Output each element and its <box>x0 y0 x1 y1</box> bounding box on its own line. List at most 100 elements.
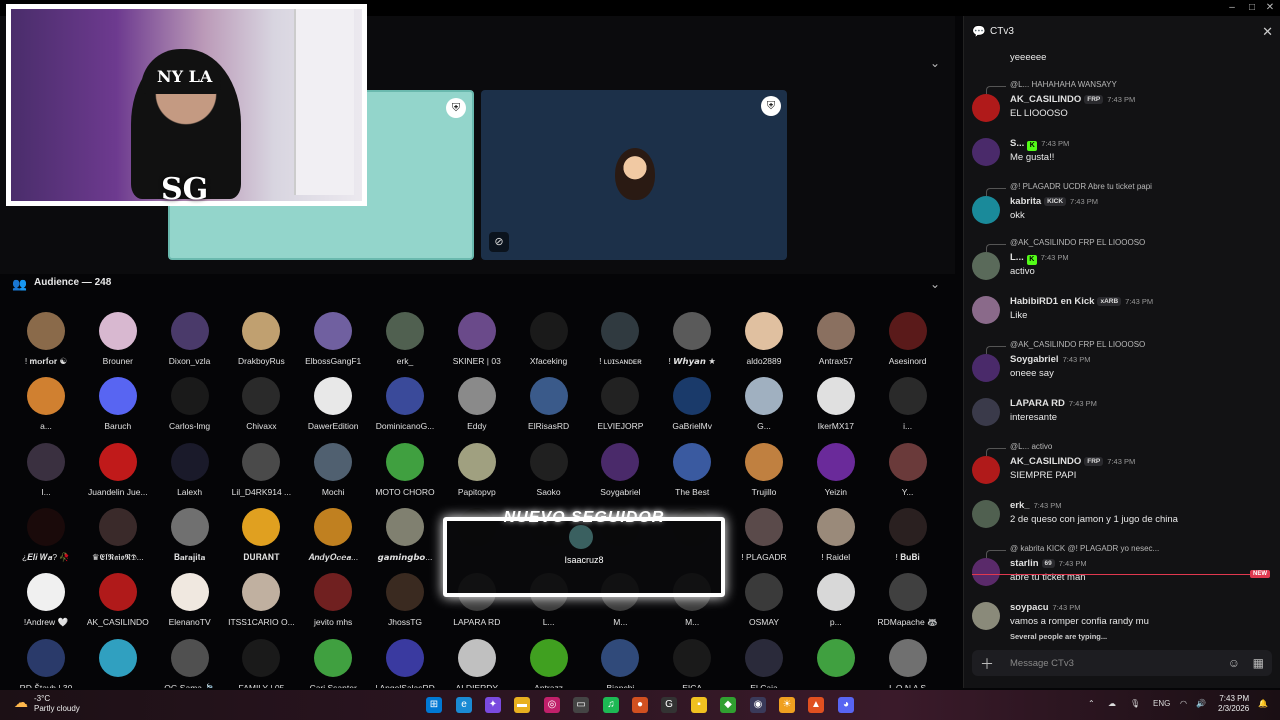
audience-member[interactable]: Soygabriel <box>584 439 656 501</box>
close-chat-button[interactable]: ✕ <box>1262 24 1273 40</box>
chat-username-row[interactable]: AK_CASILINDO FRP 7:43 PM <box>1010 94 1135 105</box>
audience-member[interactable]: FAMILY | 05 <box>225 635 297 688</box>
windows-start-icon[interactable]: ⊞ <box>426 697 442 713</box>
audience-member[interactable]: ElbossGangF1 <box>297 308 369 370</box>
audience-member[interactable]: erk_ <box>369 308 441 370</box>
audience-member[interactable]: ! Raidel <box>800 504 872 566</box>
app-icon[interactable]: ◉ <box>750 697 766 713</box>
audience-member[interactable]: i... <box>872 373 940 435</box>
emoji-icon[interactable]: ☺ <box>1228 656 1240 670</box>
stage-tile-2[interactable]: ⛨ ⊘ <box>481 90 787 260</box>
audience-member[interactable]: Chivaxx <box>225 373 297 435</box>
add-attachment-icon[interactable]: ＋ <box>980 654 994 674</box>
chat-username-row[interactable]: erk_ 7:43 PM <box>1010 500 1062 511</box>
audience-member[interactable]: AK_CASILINDO <box>82 569 154 631</box>
audience-member[interactable]: DrakboyRus <box>225 308 297 370</box>
audience-member[interactable]: OSMAY <box>728 569 800 631</box>
reply-preview[interactable]: @L... HAHAHAHA WANSAYY <box>1010 80 1117 89</box>
username[interactable]: AK_CASILINDO <box>1010 94 1081 105</box>
reply-preview[interactable]: @AK_CASILINDO FRP EL LIOOOSO <box>1010 340 1145 349</box>
audience-member[interactable]: RDMapache 🦝 <box>872 569 940 631</box>
audience-member[interactable]: The Best <box>656 439 728 501</box>
avatar[interactable] <box>972 138 1000 166</box>
audience-member[interactable]: ! ʟᴜɪꜱᴀɴᴅᴇʀ <box>584 308 656 370</box>
audience-member[interactable]: JhossTG <box>369 569 441 631</box>
chevron-down-icon[interactable]: ⌄ <box>930 277 940 291</box>
volume-icon[interactable]: 🔊 <box>1196 699 1206 708</box>
language-indicator[interactable]: ENG <box>1153 699 1170 708</box>
username[interactable]: LAPARA RD <box>1010 398 1065 409</box>
audience-member[interactable]: 𝙜𝙖𝙢𝙞𝙣𝙜𝙗𝙤... <box>369 504 441 566</box>
audience-member[interactable]: Mochi <box>297 439 369 501</box>
username[interactable]: AK_CASILINDO <box>1010 456 1081 467</box>
app-icon[interactable]: ▭ <box>573 697 589 713</box>
discord-icon[interactable]: ◕ <box>838 697 854 713</box>
stage-collapse-icon[interactable]: ⌄ <box>930 56 940 70</box>
audience-member[interactable]: Y... <box>872 439 940 501</box>
avatar[interactable] <box>972 252 1000 280</box>
audience-member[interactable]: Antrazz <box>513 635 585 688</box>
username[interactable]: kabrita <box>1010 196 1041 207</box>
audience-member[interactable]: ElenanoTV <box>154 569 226 631</box>
username[interactable]: Soygabriel <box>1010 354 1059 365</box>
app-icon[interactable]: ◎ <box>544 697 560 713</box>
avatar[interactable] <box>972 398 1000 426</box>
audience-member[interactable]: DominicanoG... <box>369 373 441 435</box>
username[interactable]: erk_ <box>1010 500 1030 511</box>
audience-member[interactable]: ! 𝐦𝐨𝐫𝐟𝐨𝐫 ☯ <box>10 308 82 370</box>
username[interactable]: S... <box>1010 138 1024 149</box>
audience-member[interactable]: ALDIERDY <box>441 635 513 688</box>
close-window-button[interactable]: ✕ <box>1258 1 1280 15</box>
reply-preview[interactable]: @ kabrita KICK @! PLAGADR yo nesec... <box>1010 544 1159 553</box>
audience-member[interactable]: Trujillo <box>728 439 800 501</box>
audience-member[interactable]: !Andrew 🤍 <box>10 569 82 631</box>
audience-member[interactable]: Lil_D4RK914 ... <box>225 439 297 501</box>
reply-preview[interactable]: @L... activo <box>1010 442 1052 451</box>
audience-member[interactable]: ! AngelSalasRD <box>369 635 441 688</box>
audience-member[interactable]: Lalexh <box>154 439 226 501</box>
clock[interactable]: 7:43 PM 2/3/2026 <box>1218 694 1249 714</box>
audience-member[interactable]: ElRisasRD <box>513 373 585 435</box>
audience-member[interactable]: ♛𝕰𝖑𝕹𝖆𝖎𝖔𝕽𝕯... <box>82 504 154 566</box>
audience-member[interactable]: ! 𝐁𝐮𝐁𝐢 <box>872 504 940 566</box>
audience-member[interactable]: 𝐁𝐚𝐫𝐚𝐣𝐢𝐭𝐚 <box>154 504 226 566</box>
audience-member[interactable]: ITSS1CARIO O... <box>225 569 297 631</box>
avatar[interactable] <box>972 500 1000 528</box>
chat-username-row[interactable]: starlin 69 7:43 PM <box>1010 558 1087 569</box>
username[interactable]: L... <box>1010 252 1024 263</box>
audience-member[interactable]: Asesinord <box>872 308 940 370</box>
audience-member[interactable]: Cari Ssanter <box>297 635 369 688</box>
avatar[interactable] <box>972 94 1000 122</box>
audience-member[interactable]: ¿𝑬𝒍𝒊 𝑾𝒂? 🥀 <box>10 504 82 566</box>
audience-member[interactable]: Xfaceking <box>513 308 585 370</box>
audience-member[interactable]: p... <box>800 569 872 631</box>
edge-icon[interactable]: e <box>456 697 472 713</box>
audience-member[interactable]: MOTO CHORO <box>369 439 441 501</box>
audience-member[interactable]: 𝐃𝐔𝐑𝐀𝐍𝐓 <box>225 504 297 566</box>
audience-member[interactable]: L O N A S <box>872 635 940 688</box>
audience-member[interactable]: jevito mhs <box>297 569 369 631</box>
audience-member[interactable]: a... <box>10 373 82 435</box>
avatar[interactable] <box>972 354 1000 382</box>
apps-icon[interactable]: ▦ <box>1253 656 1264 670</box>
app-icon[interactable]: ▲ <box>808 697 824 713</box>
avatar[interactable] <box>972 456 1000 484</box>
audience-member[interactable]: Baruch <box>82 373 154 435</box>
chat-username-row[interactable]: S... K 7:43 PM <box>1010 138 1069 151</box>
username[interactable]: HabibiRD1 en Kick <box>1010 296 1094 307</box>
audience-member[interactable]: I... <box>10 439 82 501</box>
audience-member[interactable]: aldo2889 <box>728 308 800 370</box>
notification-icon[interactable]: 🔔 <box>1258 699 1268 708</box>
chat-username-row[interactable]: kabrita KICK 7:43 PM <box>1010 196 1098 207</box>
chat-username-row[interactable]: HabibiRD1 en Kick xARB 7:43 PM <box>1010 296 1153 307</box>
audience-member[interactable]: Juandelin Jue... <box>82 439 154 501</box>
audience-member[interactable]: Saoko <box>513 439 585 501</box>
chat-username-row[interactable]: Soygabriel 7:43 PM <box>1010 354 1091 365</box>
audience-member[interactable]: IkerMX17 <box>800 373 872 435</box>
tray-overflow-icon[interactable]: ⌃ <box>1088 699 1095 708</box>
audience-member[interactable]: GaBrielMv <box>656 373 728 435</box>
audience-member[interactable]: Eddy <box>441 373 513 435</box>
audience-member[interactable]: G... <box>728 373 800 435</box>
audience-member[interactable]: Carlos-lmg <box>154 373 226 435</box>
onedrive-icon[interactable]: ☁ <box>1108 699 1116 708</box>
